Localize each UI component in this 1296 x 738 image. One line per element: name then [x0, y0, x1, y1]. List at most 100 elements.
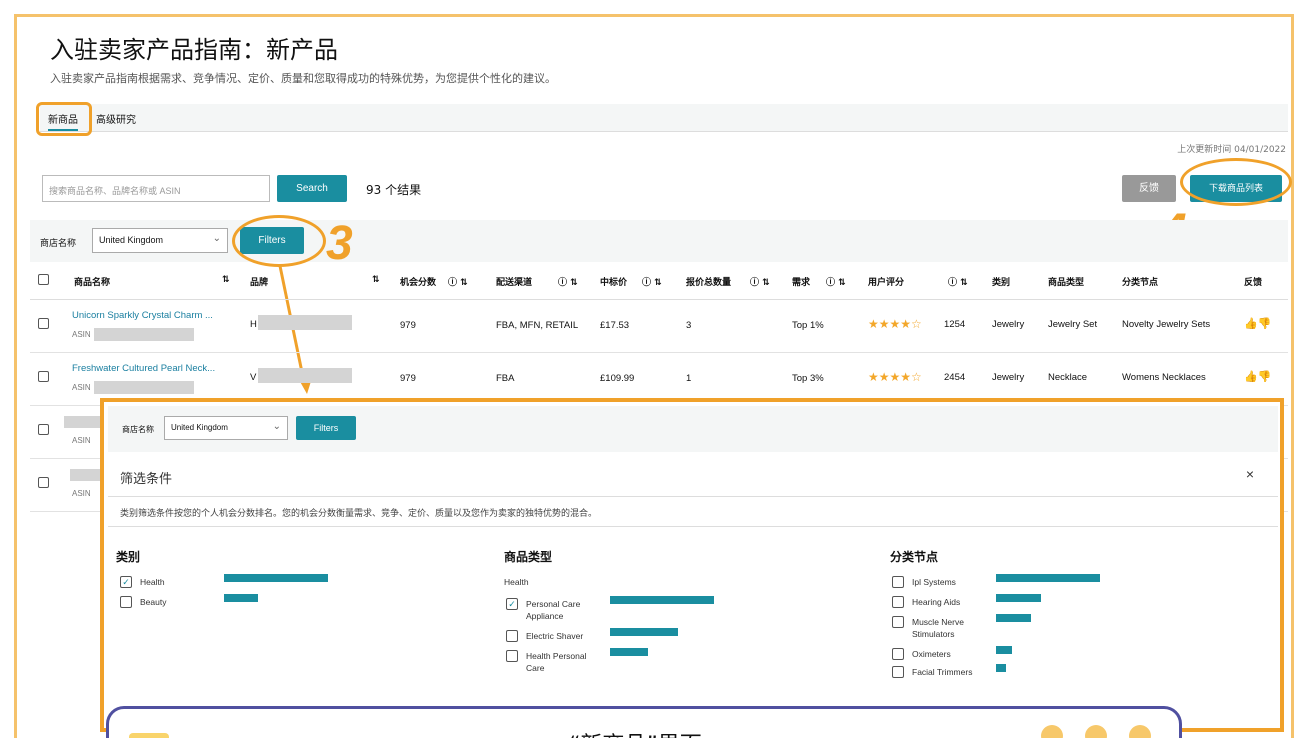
category-value: Jewelry	[992, 319, 1025, 330]
checkbox[interactable]	[892, 648, 904, 660]
overlay-store-value: United Kingdom	[171, 423, 228, 432]
redacted-name	[70, 469, 100, 481]
col-brand[interactable]: 品牌	[250, 275, 268, 288]
demand-value: Top 1%	[792, 320, 824, 331]
score-value: 979	[400, 373, 416, 384]
checkbox-checked[interactable]: ✓	[120, 576, 132, 588]
table-header: 商品名称 ⇅ 品牌 ⇅ 机会分数 ⓘ ⇅ 配送渠道 ⓘ ⇅ 中标价 ⓘ ⇅ 报价…	[30, 262, 1288, 300]
price-value: £109.99	[600, 373, 635, 384]
caption-text: “新商品”界面	[569, 727, 702, 738]
col-channel[interactable]: 配送渠道	[496, 275, 532, 288]
col-rating[interactable]: 用户评分	[868, 275, 904, 288]
share-bar	[996, 646, 1012, 654]
browse-node-heading: 分类节点	[890, 550, 939, 564]
row-checkbox[interactable]	[38, 477, 49, 488]
product-link[interactable]: Freshwater Cultured Pearl Neck...	[72, 363, 215, 374]
decorative-dot	[1085, 725, 1107, 738]
redacted-brand	[258, 315, 352, 330]
asin-label: ASIN	[72, 489, 91, 498]
category-heading: 类别	[116, 550, 141, 564]
col-browse-node[interactable]: 分类节点	[1122, 275, 1158, 288]
checkbox-checked[interactable]: ✓	[506, 598, 518, 610]
col-opportunity-score[interactable]: 机会分数	[400, 275, 436, 288]
share-bar	[610, 628, 678, 636]
info-icon: ⓘ ⇅	[826, 278, 846, 288]
tab-advanced-research[interactable]: 高级研究	[96, 111, 136, 126]
checkbox[interactable]	[506, 630, 518, 642]
col-product-type[interactable]: 商品类型	[1048, 275, 1084, 288]
col-category[interactable]: 类别	[992, 275, 1010, 288]
option-label: Health Personal Care	[526, 651, 587, 673]
store-select-value: United Kingdom	[99, 235, 164, 245]
search-input[interactable]: 搜索商品名称、品牌名称或 ASIN	[42, 175, 270, 202]
overlay-store-select[interactable]: United Kingdom ⌄	[164, 416, 288, 440]
sort-icon[interactable]: ⇅	[372, 275, 380, 285]
redacted-asin	[94, 328, 194, 341]
share-bar	[224, 574, 328, 582]
share-bar	[996, 614, 1031, 622]
redacted-brand	[258, 368, 352, 383]
search-button[interactable]: Search	[277, 175, 347, 202]
row-checkbox[interactable]	[38, 424, 49, 435]
option-label: Facial Trimmers	[912, 667, 973, 677]
row-checkbox[interactable]	[38, 318, 49, 329]
divider	[108, 526, 1278, 527]
results-count: 93 个结果	[366, 183, 422, 197]
col-price[interactable]: 中标价	[600, 275, 627, 288]
info-icon: ⓘ ⇅	[750, 278, 770, 288]
chevron-down-icon: ⌄	[272, 421, 281, 432]
checkbox[interactable]	[120, 596, 132, 608]
redacted-asin	[94, 381, 194, 394]
col-demand[interactable]: 需求	[792, 275, 810, 288]
review-count: 1254	[944, 319, 966, 330]
checkbox[interactable]	[892, 576, 904, 588]
price-value: £17.53	[600, 320, 630, 331]
overlay-store-label: 商店名称	[122, 425, 154, 434]
thumbs-icon[interactable]: 👍👎	[1244, 317, 1271, 330]
decorative-dot	[1129, 725, 1151, 738]
share-bar	[996, 574, 1100, 582]
highlight-ring-download	[1180, 158, 1292, 206]
share-bar	[610, 648, 648, 656]
highlight-ring-filters	[232, 215, 326, 267]
select-all-checkbox[interactable]	[38, 274, 49, 285]
product-link[interactable]: Unicorn Sparkly Crystal Charm ...	[72, 310, 213, 321]
last-updated: 上次更新时间 04/01/2022	[1177, 145, 1286, 155]
chevron-down-icon: ⌄	[212, 233, 221, 244]
divider	[108, 496, 1278, 497]
option-label: Electric Shaver	[526, 631, 584, 641]
decorative-square	[129, 733, 169, 738]
brand-initial: V	[250, 372, 257, 383]
thumbs-icon[interactable]: 👍👎	[1244, 370, 1271, 383]
rating-stars: ★★★★☆	[868, 370, 922, 384]
option-label: Personal Care Appliance	[526, 599, 581, 621]
brand-initial: H	[250, 319, 257, 330]
info-icon: ⓘ ⇅	[448, 278, 468, 288]
filter-bar: 商店名称 United Kingdom ⌄ Filters	[30, 220, 1288, 262]
checkbox[interactable]	[506, 650, 518, 662]
info-icon: ⓘ ⇅	[948, 278, 968, 288]
node-value: Novelty Jewelry Sets	[1122, 319, 1211, 330]
checkbox[interactable]	[892, 666, 904, 678]
asin-label: ASIN	[72, 436, 91, 445]
close-icon[interactable]: ×	[1246, 466, 1254, 482]
row-checkbox[interactable]	[38, 371, 49, 382]
col-product-name[interactable]: 商品名称	[74, 275, 110, 288]
col-offers[interactable]: 报价总数量	[686, 275, 731, 288]
checkbox[interactable]	[892, 616, 904, 628]
node-value: Womens Necklaces	[1122, 372, 1206, 383]
share-bar	[224, 594, 258, 602]
checkbox[interactable]	[892, 596, 904, 608]
sort-icon[interactable]: ⇅	[222, 275, 230, 285]
feedback-button[interactable]: 反馈	[1122, 175, 1176, 202]
info-icon: ⓘ ⇅	[558, 278, 578, 288]
score-value: 979	[400, 320, 416, 331]
store-select[interactable]: United Kingdom ⌄	[92, 228, 228, 253]
overlay-filters-button[interactable]: Filters	[296, 416, 356, 440]
page-title: 入驻卖家产品指南：新产品	[50, 36, 338, 64]
option-label: Oximeters	[912, 649, 951, 659]
asin-label: ASIN	[72, 330, 91, 339]
redacted-name	[64, 416, 100, 428]
page-subtitle: 入驻卖家产品指南根据需求、竞争情况、定价、质量和您取得成功的特殊优势，为您提供个…	[50, 72, 556, 85]
overlay-filter-bar: 商店名称 United Kingdom ⌄ Filters	[108, 406, 1278, 452]
